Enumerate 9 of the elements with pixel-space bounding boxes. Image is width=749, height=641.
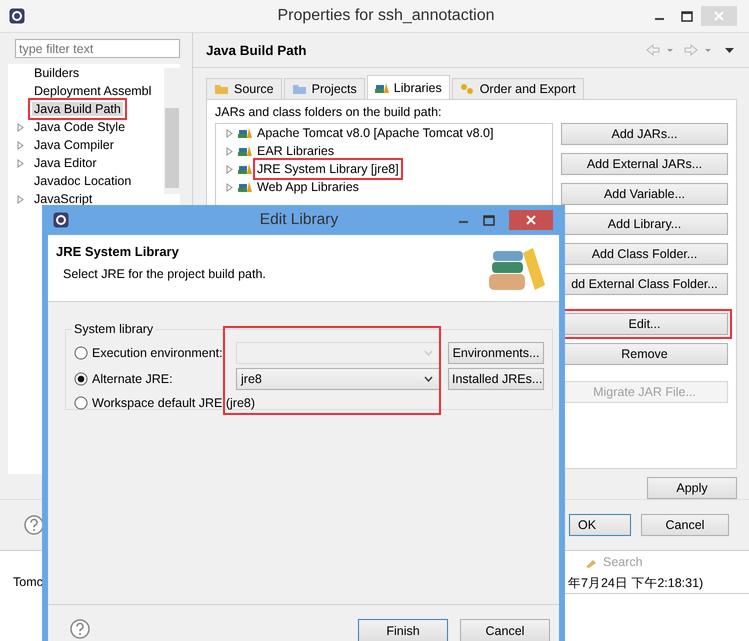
dialog-description: Select JRE for the project build path. [63,267,267,281]
dialog-heading: JRE System Library [56,244,179,259]
page-title: Java Build Path [206,42,307,58]
group-label: System library [73,322,154,336]
panel-caption: JARs and class folders on the build path: [215,105,443,120]
console-text: 年7月24日 下午2:18:31) [568,575,704,592]
dialog-title: Edit Library [258,211,340,229]
window-title: Properties for ssh_annotaction [276,7,496,25]
console-header: Tomc [13,575,43,589]
